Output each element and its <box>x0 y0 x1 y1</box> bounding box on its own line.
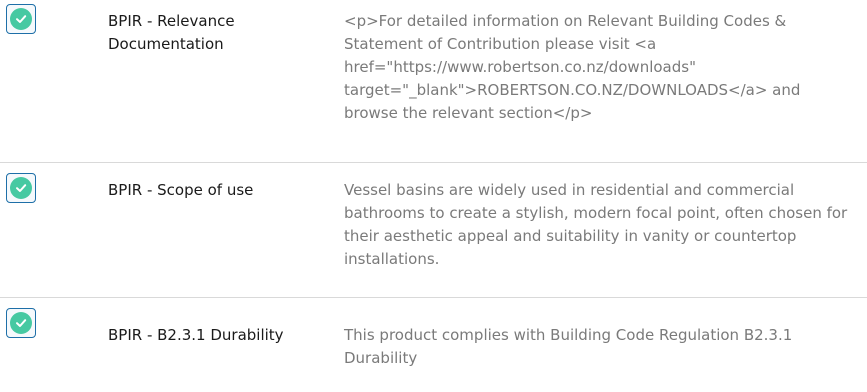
bpir-row: BPIR - Relevance Documentation <p>For de… <box>0 0 867 162</box>
row-value: <p>For detailed information on Relevant … <box>344 12 801 122</box>
bpir-row: BPIR - Scope of use Vessel basins are wi… <box>0 163 867 297</box>
check-circle-icon[interactable] <box>6 173 36 203</box>
row-label: BPIR - Relevance Documentation <box>108 12 235 53</box>
check-circle-icon[interactable] <box>6 4 36 34</box>
row-value: Vessel basins are widely used in residen… <box>344 181 848 268</box>
row-label: BPIR - Scope of use <box>108 181 254 199</box>
bpir-row: BPIR - B2.3.1 Durability This product co… <box>0 298 867 392</box>
row-value: This product complies with Building Code… <box>344 326 793 367</box>
check-circle-icon[interactable] <box>6 308 36 338</box>
row-label: BPIR - B2.3.1 Durability <box>108 326 284 344</box>
